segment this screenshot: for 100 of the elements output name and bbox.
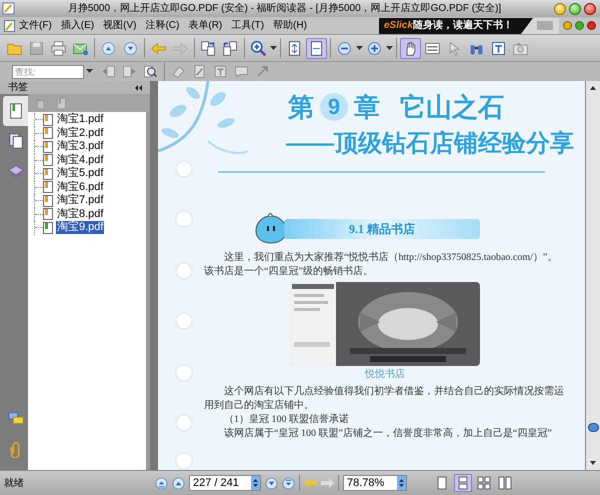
banner-slogan: 随身读，读遍天下书！ bbox=[412, 18, 513, 33]
bookmark-item[interactable]: 淘宝3.pdf bbox=[56, 140, 104, 154]
menu-item[interactable]: 帮助(H) bbox=[273, 18, 307, 33]
bookmark-icon bbox=[43, 140, 53, 153]
find-previous-icon bbox=[101, 64, 116, 79]
first-page-button[interactable] bbox=[155, 476, 168, 490]
single-page-icon bbox=[435, 476, 449, 490]
document-icon[interactable] bbox=[4, 20, 15, 32]
plus-circle-icon bbox=[366, 40, 383, 56]
close-button[interactable] bbox=[584, 2, 596, 14]
bookmark-item[interactable]: 淘宝6.pdf bbox=[56, 180, 104, 194]
bookmark-item[interactable]: 淘宝5.pdf bbox=[56, 167, 104, 180]
pages-icon bbox=[200, 40, 217, 56]
trash-icon bbox=[34, 96, 47, 110]
search-field[interactable]: 查找: bbox=[12, 64, 84, 78]
bookmark-item[interactable]: 淘宝7.pdf bbox=[56, 194, 104, 208]
banner-brand: eSlick bbox=[384, 20, 413, 33]
spinner-icon[interactable] bbox=[251, 476, 260, 490]
pages-icon bbox=[6, 132, 24, 150]
collapse-icon[interactable] bbox=[135, 84, 142, 90]
close-button[interactable] bbox=[587, 21, 596, 30]
bookmarks-tab[interactable] bbox=[3, 96, 28, 126]
bookmark-item[interactable]: 淘宝8.pdf bbox=[56, 208, 104, 221]
bookmark-icon bbox=[43, 154, 53, 166]
bookmark-icon bbox=[43, 208, 53, 220]
section-title: 9.1 精品书店 bbox=[349, 221, 415, 238]
bookmark-item[interactable]: 淘宝9.pdf bbox=[56, 221, 104, 234]
chapter-title: 它山之石 bbox=[400, 91, 504, 123]
bookmark-icon bbox=[43, 181, 53, 194]
last-page-icon bbox=[282, 476, 295, 490]
spinner-icon[interactable] bbox=[397, 476, 406, 490]
comment-icon bbox=[234, 64, 249, 79]
dropdown-caret-icon[interactable] bbox=[356, 46, 363, 50]
fit-width-button[interactable] bbox=[306, 38, 327, 58]
text-box-icon bbox=[490, 40, 507, 56]
paragraph: 该网店属于“皇冠 100 联盟”店铺之一，信誉度非常高，加上自己是“四皇冠” bbox=[223, 427, 553, 441]
chapter-heading-prefix: 第 bbox=[288, 91, 314, 123]
down-circle-icon bbox=[122, 40, 139, 56]
dropdown-caret-icon[interactable] bbox=[270, 46, 277, 50]
pages-icon bbox=[222, 40, 239, 56]
bookmark-icon bbox=[43, 168, 53, 180]
status-text: 就绪 bbox=[3, 476, 25, 490]
menu-item[interactable]: 文件(F) bbox=[19, 18, 52, 33]
up-circle-icon bbox=[172, 476, 185, 490]
page-icon bbox=[308, 40, 325, 56]
minimize-button[interactable] bbox=[554, 2, 566, 14]
facing-pages-icon bbox=[477, 476, 491, 490]
scrollbar-thumb[interactable] bbox=[588, 423, 598, 432]
chapter-subtitle: ——顶级钻石店铺经验分享 bbox=[285, 129, 575, 159]
dropdown-caret-icon[interactable] bbox=[386, 46, 393, 50]
search-icon bbox=[143, 64, 158, 79]
sidebar-title: 书签 bbox=[8, 80, 28, 95]
chapter-heading-suffix: 章 bbox=[354, 91, 380, 123]
eraser-icon bbox=[171, 64, 186, 79]
list-item-heading: （1）皇冠 100 联盟信誉承诺 bbox=[223, 413, 350, 427]
figure-caption: 悦悦书店 bbox=[365, 368, 405, 382]
printer-icon bbox=[50, 40, 67, 56]
bookmark-item[interactable]: 淘宝4.pdf bbox=[56, 154, 104, 167]
page-number-field[interactable]: 227 / 241 bbox=[189, 475, 261, 491]
bookmark-icon bbox=[43, 127, 53, 140]
find-next-icon bbox=[122, 64, 137, 79]
text-box-icon bbox=[213, 64, 228, 79]
magnifier-icon bbox=[250, 40, 267, 56]
menu-item[interactable]: 插入(E) bbox=[60, 18, 94, 33]
restore-button[interactable] bbox=[575, 21, 584, 30]
next-page-button[interactable] bbox=[265, 476, 278, 490]
down-circle-icon bbox=[265, 476, 278, 490]
menu-item[interactable]: 注释(C) bbox=[145, 18, 180, 33]
menu-item[interactable]: 工具(T) bbox=[231, 18, 264, 33]
bookmark-icon bbox=[43, 222, 53, 234]
view-mode-button[interactable] bbox=[475, 474, 493, 492]
menu-item[interactable]: 表单(R) bbox=[188, 18, 222, 33]
bookmark-icon bbox=[43, 194, 53, 207]
arrow-icon bbox=[255, 64, 270, 79]
window-title: 月挣5000，网上开店立即GO.PDF (安全) - 福昕阅读器 - [月挣5000，网上开店立即GO.PDF (安全)] bbox=[68, 2, 502, 16]
minimize-button[interactable] bbox=[563, 21, 572, 30]
minus-circle-icon bbox=[336, 40, 353, 56]
bookmark-item[interactable]: 淘宝2.pdf bbox=[56, 126, 104, 140]
chapter-number: 9 bbox=[320, 93, 348, 121]
view-mode-button[interactable] bbox=[496, 474, 514, 492]
app-icon bbox=[2, 2, 15, 15]
up-circle-icon bbox=[100, 40, 117, 56]
view-mode-button[interactable] bbox=[454, 474, 472, 492]
layers-icon bbox=[6, 162, 24, 180]
continuous-page-icon bbox=[456, 476, 470, 490]
maximize-button[interactable] bbox=[569, 2, 581, 14]
first-page-icon bbox=[155, 476, 168, 490]
previous-page-button[interactable] bbox=[172, 476, 185, 490]
paragraph: 这里，我们重点为大家推荐“悦悦书店（http://shop33750825.taobao.com/）”。该书店是一个“四皇冠”级的畅销书店。 bbox=[204, 251, 558, 279]
paragraph: 这个网店有以下几点经验值得我们初学者借鉴，并结合自己的实际情况按需运用到自己的淘宝店铺中。 bbox=[204, 385, 565, 413]
ad-banner[interactable]: eSlick随身读，读遍天下书！ bbox=[379, 18, 559, 34]
continuous-facing-icon bbox=[498, 476, 512, 490]
page-icon bbox=[286, 40, 303, 56]
left-arrow-icon bbox=[150, 40, 167, 56]
bookmark-item[interactable]: 淘宝1.pdf bbox=[56, 113, 104, 126]
zoom-field[interactable]: 78.78% bbox=[343, 475, 407, 491]
menu-item[interactable]: 视图(V) bbox=[103, 18, 136, 33]
last-page-button[interactable] bbox=[282, 476, 295, 490]
dropdown-caret-icon[interactable] bbox=[86, 69, 93, 74]
hand-tool-button[interactable] bbox=[400, 38, 421, 58]
